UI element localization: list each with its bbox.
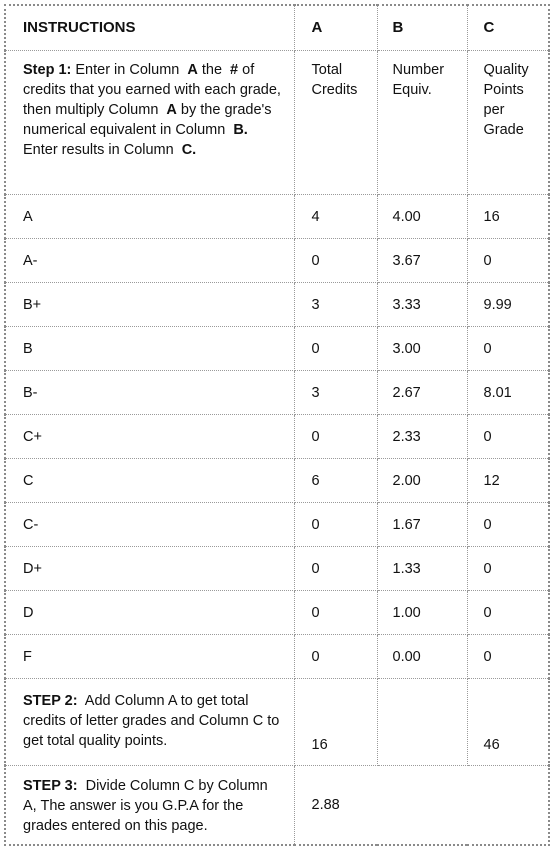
step1-label: Step 1: — [23, 62, 72, 78]
credits-value: 0 — [293, 590, 378, 635]
header-instructions: INSTRUCTIONS — [4, 4, 295, 51]
grade-letter: D — [4, 590, 295, 635]
number-equiv-value: 2.33 — [376, 414, 468, 459]
number-equiv-value: 2.67 — [376, 370, 468, 415]
number-equiv-value: 0.00 — [376, 634, 468, 679]
gpa-worksheet-table: INSTRUCTIONS A B C Step 1: Enter in Colu… — [4, 4, 550, 846]
grade-row: B- 3 2.67 8.01 — [4, 370, 550, 415]
grade-letter: C+ — [4, 414, 295, 459]
grade-letter: C — [4, 458, 295, 503]
col-b-description: Number Equiv. — [376, 50, 468, 195]
step1-text: Enter results in Column — [23, 142, 174, 158]
number-equiv-value: 1.33 — [376, 546, 468, 591]
quality-points-value: 0 — [466, 326, 550, 371]
grade-letter: B — [4, 326, 295, 371]
step2-instructions: STEP 2: Add Column A to get total credit… — [4, 678, 295, 766]
quality-points-value: 0 — [466, 502, 550, 547]
grade-row: B+ 3 3.33 9.99 — [4, 282, 550, 327]
quality-points-value: 12 — [466, 458, 550, 503]
step3-row: STEP 3: Divide Column C by Column A, The… — [4, 765, 550, 845]
grade-letter: C- — [4, 502, 295, 547]
quality-points-value: 0 — [466, 546, 550, 591]
total-quality-points: 46 — [466, 678, 550, 766]
step2-row: STEP 2: Add Column A to get total credit… — [4, 678, 550, 766]
col-c-description: Quality Points per Grade — [466, 50, 550, 195]
quality-points-value: 0 — [466, 414, 550, 459]
header-col-c: C — [466, 4, 550, 51]
grade-row: F 0 0.00 0 — [4, 634, 550, 679]
grade-row: A 4 4.00 16 — [4, 194, 550, 239]
gpa-result: 2.88 — [293, 765, 550, 845]
credits-value: 0 — [293, 502, 378, 547]
number-equiv-value: 2.00 — [376, 458, 468, 503]
quality-points-value: 9.99 — [466, 282, 550, 327]
credits-value: 6 — [293, 458, 378, 503]
number-equiv-value: 3.33 — [376, 282, 468, 327]
grade-letter: B+ — [4, 282, 295, 327]
grade-row: D 0 1.00 0 — [4, 590, 550, 635]
grade-row: C 6 2.00 12 — [4, 458, 550, 503]
credits-value: 3 — [293, 370, 378, 415]
header-col-a: A — [293, 4, 378, 51]
number-equiv-value: 1.67 — [376, 502, 468, 547]
step1-hash: # — [230, 62, 239, 78]
grade-letter: A — [4, 194, 295, 239]
step1-col-a-ref: A — [187, 62, 198, 78]
grade-letter: F — [4, 634, 295, 679]
credits-value: 0 — [293, 414, 378, 459]
credits-value: 0 — [293, 546, 378, 591]
credits-value: 0 — [293, 238, 378, 283]
quality-points-value: 16 — [466, 194, 550, 239]
credits-value: 3 — [293, 282, 378, 327]
step2-empty-cell — [376, 678, 468, 766]
header-row: INSTRUCTIONS A B C — [4, 4, 550, 51]
step2-label: STEP 2: — [23, 693, 78, 709]
step1-col-b-ref: B. — [233, 122, 248, 138]
grade-row: B 0 3.00 0 — [4, 326, 550, 371]
number-equiv-value: 4.00 — [376, 194, 468, 239]
header-col-b: B — [376, 4, 468, 51]
step3-instructions: STEP 3: Divide Column C by Column A, The… — [4, 765, 295, 845]
step3-label: STEP 3: — [23, 778, 78, 794]
quality-points-value: 0 — [466, 634, 550, 679]
grade-row: D+ 0 1.33 0 — [4, 546, 550, 591]
quality-points-value: 0 — [466, 590, 550, 635]
step1-text: Enter in Column — [75, 62, 180, 78]
grade-row: A- 0 3.67 0 — [4, 238, 550, 283]
grade-letter: A- — [4, 238, 295, 283]
grade-letter: D+ — [4, 546, 295, 591]
step1-col-c-ref: C. — [181, 142, 197, 158]
grade-row: C- 0 1.67 0 — [4, 502, 550, 547]
number-equiv-value: 3.00 — [376, 326, 468, 371]
total-credits: 16 — [293, 678, 378, 766]
quality-points-value: 8.01 — [466, 370, 550, 415]
grade-row: C+ 0 2.33 0 — [4, 414, 550, 459]
step1-col-a-ref: A — [166, 102, 177, 118]
number-equiv-value: 3.67 — [376, 238, 468, 283]
grade-letter: B- — [4, 370, 295, 415]
credits-value: 4 — [293, 194, 378, 239]
credits-value: 0 — [293, 326, 378, 371]
col-a-description: Total Credits — [293, 50, 378, 195]
grade-rows: A 4 4.00 16 A- 0 3.67 0 B+ 3 3.33 9.99 B 0 3.00 0 B- 3 2.6… — [4, 194, 550, 679]
step1-row: Step 1: Enter in Column A the # of credits… — [4, 50, 550, 195]
number-equiv-value: 1.00 — [376, 590, 468, 635]
quality-points-value: 0 — [466, 238, 550, 283]
step1-instructions: Step 1: Enter in Column A the # of credits… — [4, 50, 295, 195]
step1-text: the — [201, 62, 223, 78]
credits-value: 0 — [293, 634, 378, 679]
